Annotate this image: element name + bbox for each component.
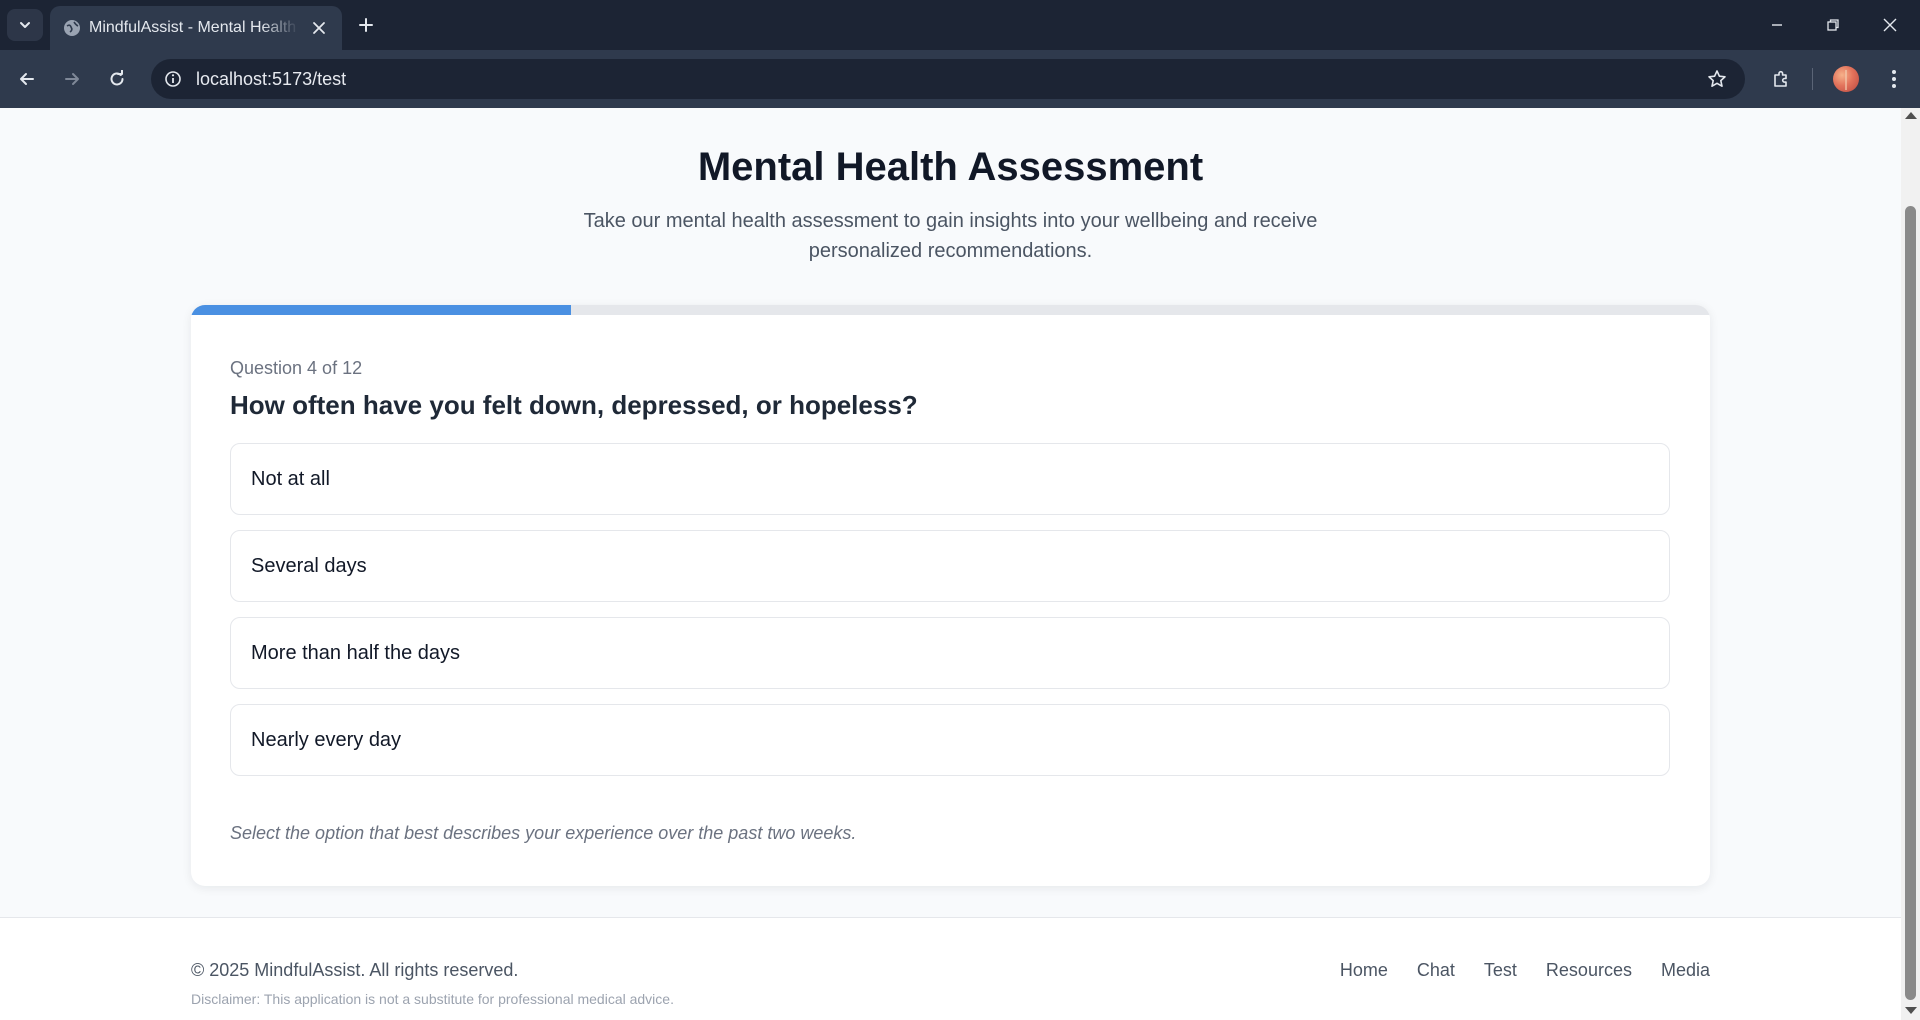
answer-option-label: Not at all	[251, 468, 330, 490]
answer-option-more-than-half[interactable]: More than half the days	[230, 617, 1670, 689]
scrollbar-thumb[interactable]	[1905, 206, 1916, 1000]
footer-link-resources[interactable]: Resources	[1546, 960, 1632, 981]
page-scrollbar[interactable]	[1901, 108, 1920, 1020]
back-button[interactable]	[11, 63, 43, 95]
browser-tab-strip: MindfulAssist - Mental Health Assessment	[0, 0, 1920, 50]
restore-button[interactable]	[1819, 11, 1847, 39]
browser-tab[interactable]: MindfulAssist - Mental Health Assessment	[50, 6, 342, 50]
url-text[interactable]: localhost:5173/test	[196, 69, 346, 90]
forward-icon	[65, 73, 79, 85]
progress-fill	[191, 305, 571, 315]
footer-nav: Home Chat Test Resources Media	[1340, 960, 1710, 981]
answer-option-label: Nearly every day	[251, 729, 402, 751]
progress-bar	[191, 305, 1710, 315]
chevron-down-icon	[20, 22, 30, 28]
browser-menu-button[interactable]	[1878, 63, 1910, 95]
scroll-down-arrow-icon[interactable]	[1905, 1007, 1917, 1014]
new-tab-button[interactable]	[353, 12, 379, 38]
kebab-menu-icon	[1892, 70, 1896, 88]
toolbar-divider	[1812, 68, 1813, 90]
answer-option-label: More than half the days	[251, 642, 461, 664]
tab-search-button[interactable]	[7, 9, 43, 41]
plus-icon	[359, 18, 373, 32]
close-icon	[1883, 18, 1897, 32]
page-subtitle: Take our mental health assessment to gai…	[583, 210, 1318, 262]
info-icon	[165, 71, 181, 87]
forward-button[interactable]	[56, 63, 88, 95]
minimize-button[interactable]	[1763, 11, 1791, 39]
close-window-button[interactable]	[1876, 11, 1904, 39]
profile-button[interactable]	[1830, 63, 1862, 95]
address-bar[interactable]: localhost:5173/test	[151, 59, 1745, 99]
reload-button[interactable]	[101, 63, 133, 95]
answer-option-label: Several days	[251, 555, 367, 577]
copyright-text: © 2025 MindfulAssist. All rights reserve…	[191, 960, 519, 980]
restore-icon	[1827, 19, 1839, 31]
footer-link-test[interactable]: Test	[1484, 960, 1517, 981]
assessment-card: Question 4 of 12 How often have you felt…	[191, 305, 1710, 886]
tab-title: MindfulAssist - Mental Health Assessment	[89, 19, 299, 36]
question-counter: Question 4 of 12	[230, 358, 363, 378]
footer-link-media[interactable]: Media	[1661, 960, 1710, 981]
close-tab-button[interactable]	[308, 17, 330, 39]
question-text: How often have you felt down, depressed,…	[230, 390, 918, 420]
footer-link-chat[interactable]: Chat	[1417, 960, 1455, 981]
globe-icon	[64, 20, 80, 36]
bookmark-button[interactable]	[1705, 67, 1729, 91]
page-title: Mental Health Assessment	[697, 145, 1204, 189]
extensions-icon	[1774, 70, 1787, 87]
browser-toolbar: localhost:5173/test	[0, 50, 1920, 108]
page-content: Mental Health Assessment Take our mental…	[0, 108, 1901, 1020]
minimize-icon	[1772, 24, 1782, 26]
close-icon	[313, 22, 325, 34]
footer-link-home[interactable]: Home	[1340, 960, 1388, 981]
scroll-up-arrow-icon[interactable]	[1905, 112, 1917, 119]
question-hint: Select the option that best describes yo…	[230, 823, 857, 843]
reload-icon	[110, 70, 124, 86]
answer-option-nearly-every-day[interactable]: Nearly every day	[230, 704, 1670, 776]
star-icon	[1708, 70, 1726, 87]
answer-option-several-days[interactable]: Several days	[230, 530, 1670, 602]
disclaimer-text: Disclaimer: This application is not a su…	[191, 991, 674, 1007]
footer: © 2025 MindfulAssist. All rights reserve…	[0, 917, 1901, 1020]
back-icon	[20, 73, 34, 85]
extensions-button[interactable]	[1765, 63, 1797, 95]
answer-option-not-at-all[interactable]: Not at all	[230, 443, 1670, 515]
site-info-button[interactable]	[161, 67, 185, 91]
avatar	[1833, 66, 1859, 92]
